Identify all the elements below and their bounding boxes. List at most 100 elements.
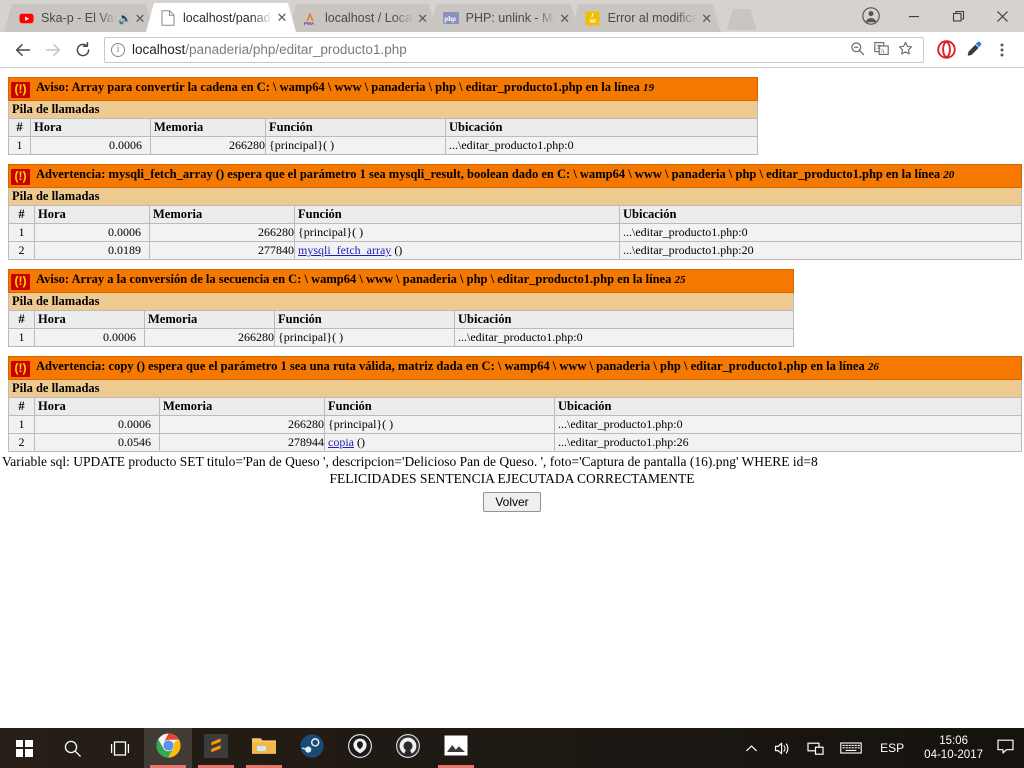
cell-function-3-1[interactable]: copia () xyxy=(324,433,555,452)
function-text-3-0: {principal}( ) xyxy=(328,417,394,431)
bookmark-star-icon[interactable] xyxy=(893,41,917,59)
taskbar-app-overwatch[interactable] xyxy=(384,728,432,768)
taskbar-search-button[interactable] xyxy=(48,728,96,768)
xdebug-line-number-1: 20 xyxy=(943,169,955,181)
keyboard-icon xyxy=(840,742,862,754)
browser-tab-0[interactable]: Ska-p - El Vals 🔊 ✕ xyxy=(4,4,154,32)
col-header-memory-0: Memoria xyxy=(150,118,266,137)
cell-location-1-1: ...\editar_producto1.php:20 xyxy=(619,241,1022,260)
xdebug-header-row-1: # Hora Memoria Función Ubicación xyxy=(8,205,1022,224)
function-link-3-1[interactable]: copia xyxy=(328,435,354,449)
opera-extension-icon[interactable] xyxy=(932,35,960,65)
language-indicator[interactable]: ESP xyxy=(870,741,914,755)
cell-num-0-0: 1 xyxy=(8,136,31,155)
action-center-button[interactable] xyxy=(993,739,1024,757)
start-button[interactable] xyxy=(0,728,48,768)
minimize-button[interactable] xyxy=(892,0,936,32)
col-header-time-3: Hora xyxy=(34,397,160,416)
volume-button[interactable] xyxy=(766,741,799,756)
close-button[interactable] xyxy=(980,0,1024,32)
eyedropper-icon[interactable] xyxy=(960,35,988,65)
success-message: FELICIDADES SENTENCIA EJECUTADA CORRECTA… xyxy=(329,471,695,486)
browser-tab-3[interactable]: php PHP: unlink - Man ✕ xyxy=(429,4,579,32)
zoom-out-icon[interactable] xyxy=(845,41,869,59)
profile-avatar-icon[interactable] xyxy=(850,0,892,32)
address-bar[interactable]: i localhost/panaderia/php/editar_product… xyxy=(104,36,924,63)
cell-function-0-0: {principal}( ) xyxy=(265,136,446,155)
table-row: 1 0.0006 266280 {principal}( ) ...\editar_pr… xyxy=(8,223,1022,242)
tab-title-2: localhost / Local xyxy=(325,11,415,25)
cell-num-1-0: 1 xyxy=(8,223,35,242)
chrome-icon xyxy=(156,733,181,763)
cell-memory-1-1: 277840 xyxy=(149,241,295,260)
function-text-3-1: () xyxy=(357,435,365,449)
tab-close-button-0[interactable]: ✕ xyxy=(132,12,148,25)
xdebug-title-row-3: (!) Advertencia: copy () espera que el pa… xyxy=(8,356,1022,380)
col-header-function-2: Función xyxy=(274,310,455,329)
taskbar-app-file-explorer[interactable] xyxy=(240,728,288,768)
tab-close-button-4[interactable]: ✕ xyxy=(699,12,715,25)
clock[interactable]: 15:06 04-10-2017 xyxy=(914,734,993,762)
unreal-engine-icon xyxy=(348,733,372,763)
translate-icon[interactable]: A文 xyxy=(869,41,893,59)
tab-close-button-1[interactable]: ✕ xyxy=(274,11,290,24)
xdebug-message-text-2: Aviso: Array a la conversión de la secue… xyxy=(36,272,672,286)
tab-close-button-3[interactable]: ✕ xyxy=(557,12,573,25)
cell-memory-3-1: 278944 xyxy=(159,433,325,452)
youtube-icon xyxy=(19,11,34,26)
tab-audio-icon-0[interactable]: 🔊 xyxy=(118,12,132,25)
taskbar-app-steam[interactable] xyxy=(288,728,336,768)
function-link-1-1[interactable]: mysqli_fetch_array xyxy=(298,243,391,257)
network-icon xyxy=(807,742,824,755)
browser-tab-1[interactable]: localhost/panade ✕ xyxy=(146,3,296,32)
cell-time-1-1: 0.0189 xyxy=(34,241,150,260)
table-row: 2 0.0546 278944 copia () ...\editar_producto… xyxy=(8,433,1022,452)
chrome-menu-icon[interactable] xyxy=(988,35,1016,65)
taskbar-app-unreal-engine[interactable] xyxy=(336,728,384,768)
xdebug-header-row-2: # Hora Memoria Función Ubicación xyxy=(8,310,794,329)
col-header-location-2: Ubicación xyxy=(454,310,794,329)
maximize-button[interactable] xyxy=(936,0,980,32)
browser-tab-2[interactable]: PMA localhost / Local ✕ xyxy=(288,4,437,32)
col-header-location-1: Ubicación xyxy=(619,205,1022,224)
xdebug-block-3: (!) Advertencia: copy () espera que el pa… xyxy=(0,356,1024,452)
task-view-button[interactable] xyxy=(96,728,144,768)
xdebug-callstack-row-3: Pila de llamadas xyxy=(8,379,1022,398)
xdebug-message-text-0: Aviso: Array para convertir la cadena en… xyxy=(36,80,640,94)
tab-title-3: PHP: unlink - Man xyxy=(465,11,557,25)
overwatch-icon xyxy=(396,733,420,763)
page-info-icon[interactable]: i xyxy=(111,42,125,57)
xdebug-header-row-0: # Hora Memoria Función Ubicación xyxy=(8,118,758,137)
back-button[interactable] xyxy=(8,35,38,65)
xdebug-line-number-2: 25 xyxy=(674,274,686,286)
browser-tab-4[interactable]: Error al modificar ✕ xyxy=(571,4,721,32)
taskbar-app-chrome[interactable] xyxy=(144,728,192,768)
cell-function-1-1[interactable]: mysqli_fetch_array () xyxy=(294,241,620,260)
photos-icon xyxy=(444,735,468,761)
back-button-wrap: Volver xyxy=(0,487,1024,512)
network-button[interactable] xyxy=(799,741,832,756)
taskbar-app-photos[interactable] xyxy=(432,728,480,768)
tab-favicon-2: PMA xyxy=(302,10,318,26)
tab-close-button-2[interactable]: ✕ xyxy=(415,12,431,25)
php-icon: php xyxy=(443,12,459,24)
keyboard-button[interactable] xyxy=(832,741,870,755)
cell-num-3-1: 2 xyxy=(8,433,35,452)
warning-badge-icon-3: (!) xyxy=(11,361,30,377)
taskbar-app-sublime-text[interactable] xyxy=(192,728,240,768)
sublime-text-icon xyxy=(204,733,228,763)
cell-function-3-0: {principal}( ) xyxy=(324,415,555,434)
tray-overflow-button[interactable] xyxy=(737,742,766,755)
col-header-time-0: Hora xyxy=(30,118,151,137)
callstack-label-0: Pila de llamadas xyxy=(8,100,758,119)
volver-button[interactable]: Volver xyxy=(483,492,541,512)
browser-window: Ska-p - El Vals 🔊 ✕ localhost/panade ✕ PMA loc… xyxy=(0,0,1024,728)
new-tab-button[interactable] xyxy=(727,9,757,30)
cell-time-2-0: 0.0006 xyxy=(34,328,145,347)
table-row: 1 0.0006 266280 {principal}( ) ...\editar_pr… xyxy=(8,415,1022,434)
clock-time: 15:06 xyxy=(939,735,968,747)
reload-button[interactable] xyxy=(68,35,98,65)
function-text-2-0: {principal}( ) xyxy=(278,330,344,344)
col-header-location-3: Ubicación xyxy=(554,397,1022,416)
cell-time-3-1: 0.0546 xyxy=(34,433,160,452)
